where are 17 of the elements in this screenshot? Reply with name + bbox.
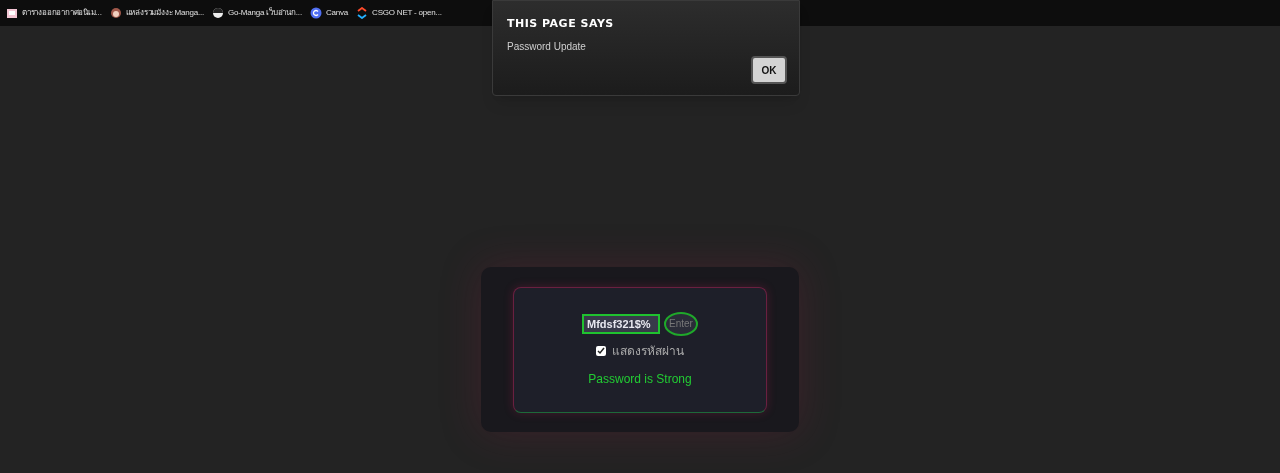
bookmark-favicon-icon [212, 7, 225, 19]
dialog-title: THIS PAGE SAYS [507, 16, 615, 32]
password-field[interactable]: Mfdsf321$% [582, 313, 660, 334]
bookmark-favicon-icon [309, 7, 322, 19]
bookmark-link[interactable]: Canva [309, 7, 349, 19]
show-password-label: แสดงรหัสผ่าน [612, 342, 684, 360]
bookmark-link[interactable]: CSGO NET - open... [356, 7, 442, 19]
bookmark-link[interactable]: Go-Manga เว็บอ่านก... [212, 7, 302, 19]
bookmark-favicon-icon [109, 7, 122, 19]
bookmark-favicon-icon [6, 7, 18, 19]
bookmark-link[interactable]: แหล่งรวมมังงะ Manga... [109, 7, 205, 19]
ok-button[interactable]: OK [751, 56, 787, 84]
dialog-message: Password Update [507, 39, 587, 54]
password-strength-text: Password is Strong [588, 370, 692, 388]
bookmark-favicon-icon [356, 7, 369, 19]
bookmark-link[interactable]: ตารางออกอากาศอนิเม... [6, 7, 102, 19]
checkbox[interactable] [596, 345, 606, 356]
